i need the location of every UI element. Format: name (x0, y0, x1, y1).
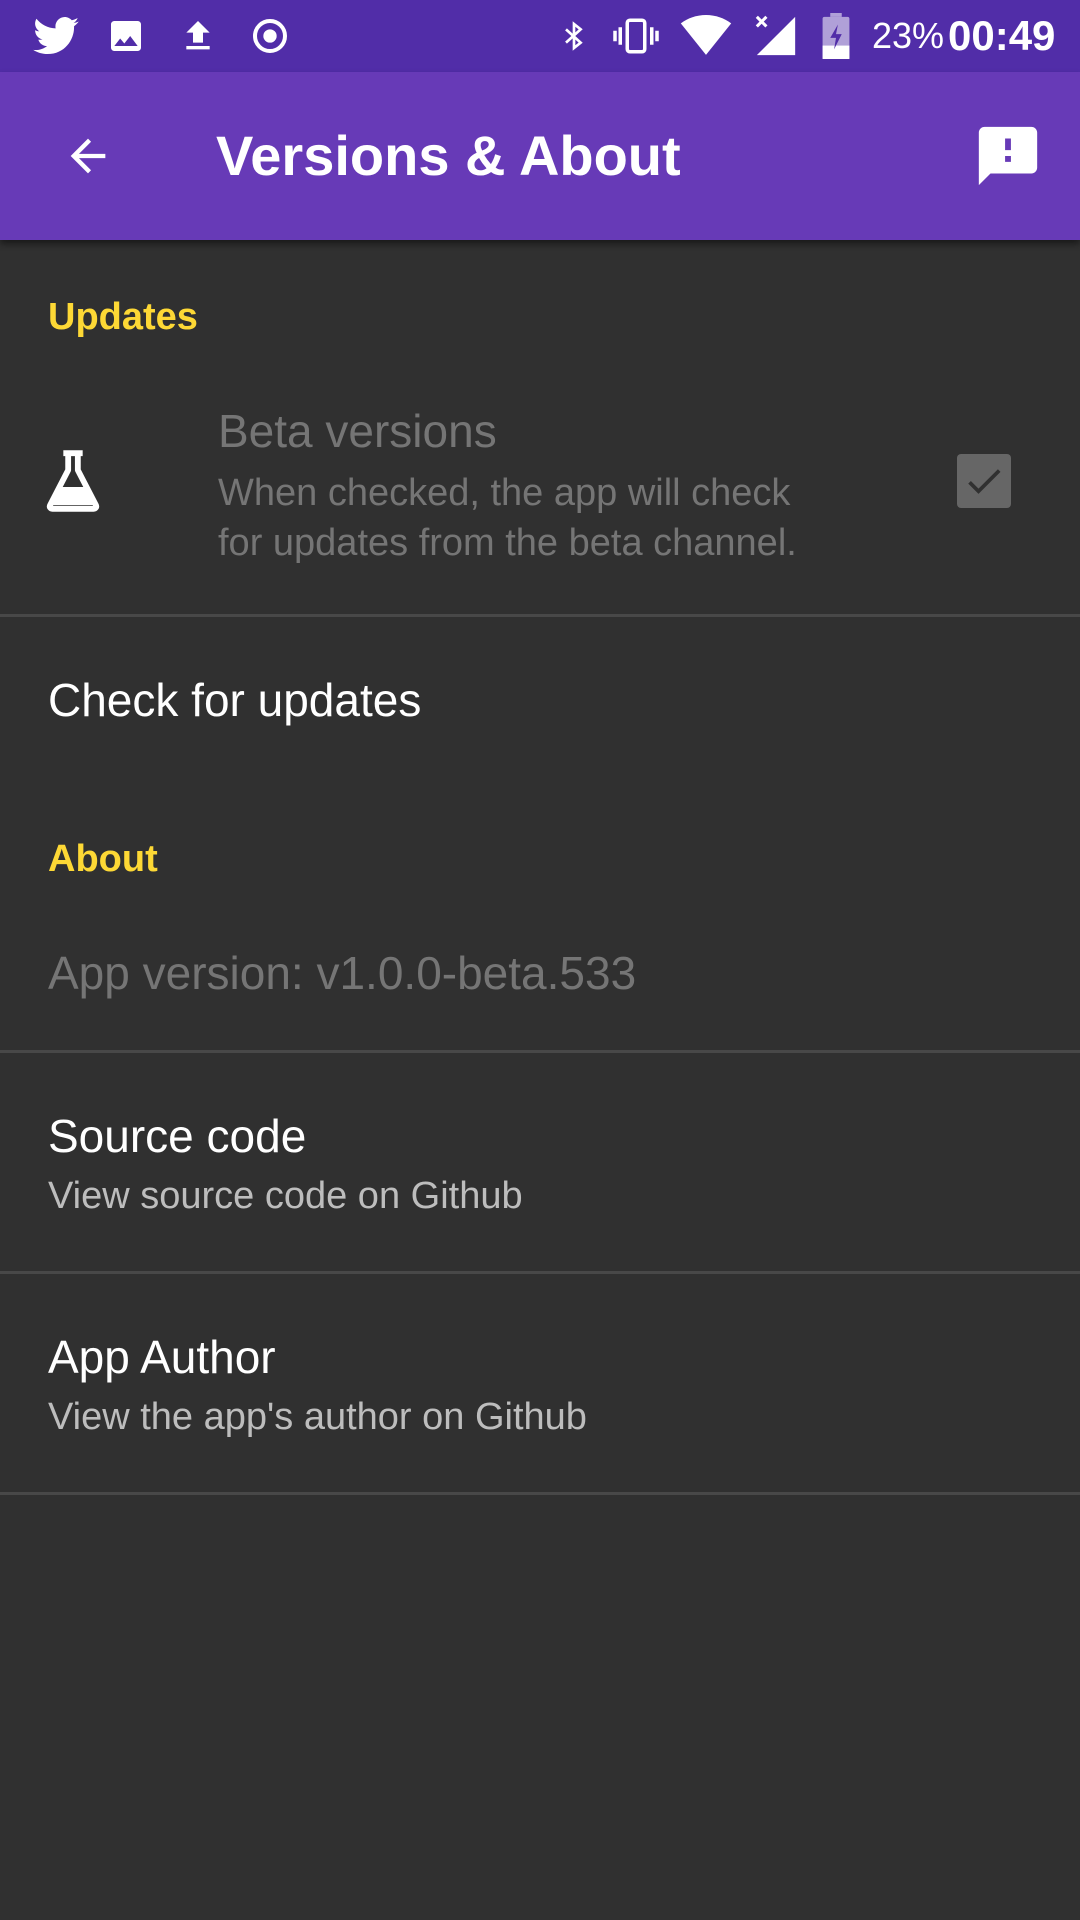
beta-versions-title: Beta versions (218, 405, 497, 457)
source-code-summary: View source code on Github (48, 1175, 523, 1217)
check-for-updates-title: Check for updates (48, 674, 422, 726)
source-code-preference[interactable]: Source code View source code on Github (0, 1053, 1080, 1271)
twitter-icon (26, 0, 86, 72)
divider (0, 1492, 1080, 1495)
feedback-icon (978, 126, 1038, 186)
app-author-title: App Author (48, 1331, 276, 1383)
feedback-button[interactable] (960, 108, 1056, 204)
beta-versions-preference[interactable]: Beta versions When checked, the app will… (0, 372, 1080, 612)
source-code-title: Source code (48, 1110, 307, 1162)
wifi-icon (676, 0, 736, 72)
app-author-summary: View the app's author on Github (48, 1396, 587, 1438)
status-bar: 23% 00:49 (0, 0, 1080, 72)
clock-time: 00:49 (948, 12, 1056, 59)
app-bar: Versions & About (0, 72, 1080, 240)
vibrate-icon (606, 0, 666, 72)
arrow-back-icon (70, 138, 106, 174)
section-header-updates: Updates (48, 296, 198, 338)
page-title: Versions & About (216, 124, 681, 187)
upload-icon (172, 0, 224, 72)
cell-signal-icon (748, 0, 804, 72)
flask-icon (44, 448, 102, 519)
beta-versions-summary-line2: for updates from the beta channel. (218, 522, 797, 564)
app-version-label: App version: v1.0.0-beta.533 (48, 947, 637, 999)
battery-icon (814, 0, 858, 72)
section-header-about: About (48, 838, 158, 880)
record-icon (244, 0, 296, 72)
back-button[interactable] (40, 108, 136, 204)
app-author-preference[interactable]: App Author View the app's author on Gith… (0, 1274, 1080, 1492)
checkmark-icon (968, 469, 1001, 494)
image-icon (100, 0, 152, 72)
battery-percent: 23% (872, 15, 945, 56)
check-for-updates-preference[interactable]: Check for updates (0, 617, 1080, 783)
bluetooth-icon (552, 0, 596, 72)
beta-versions-summary-line1: When checked, the app will check (218, 472, 791, 514)
beta-versions-checkbox[interactable] (957, 454, 1011, 508)
